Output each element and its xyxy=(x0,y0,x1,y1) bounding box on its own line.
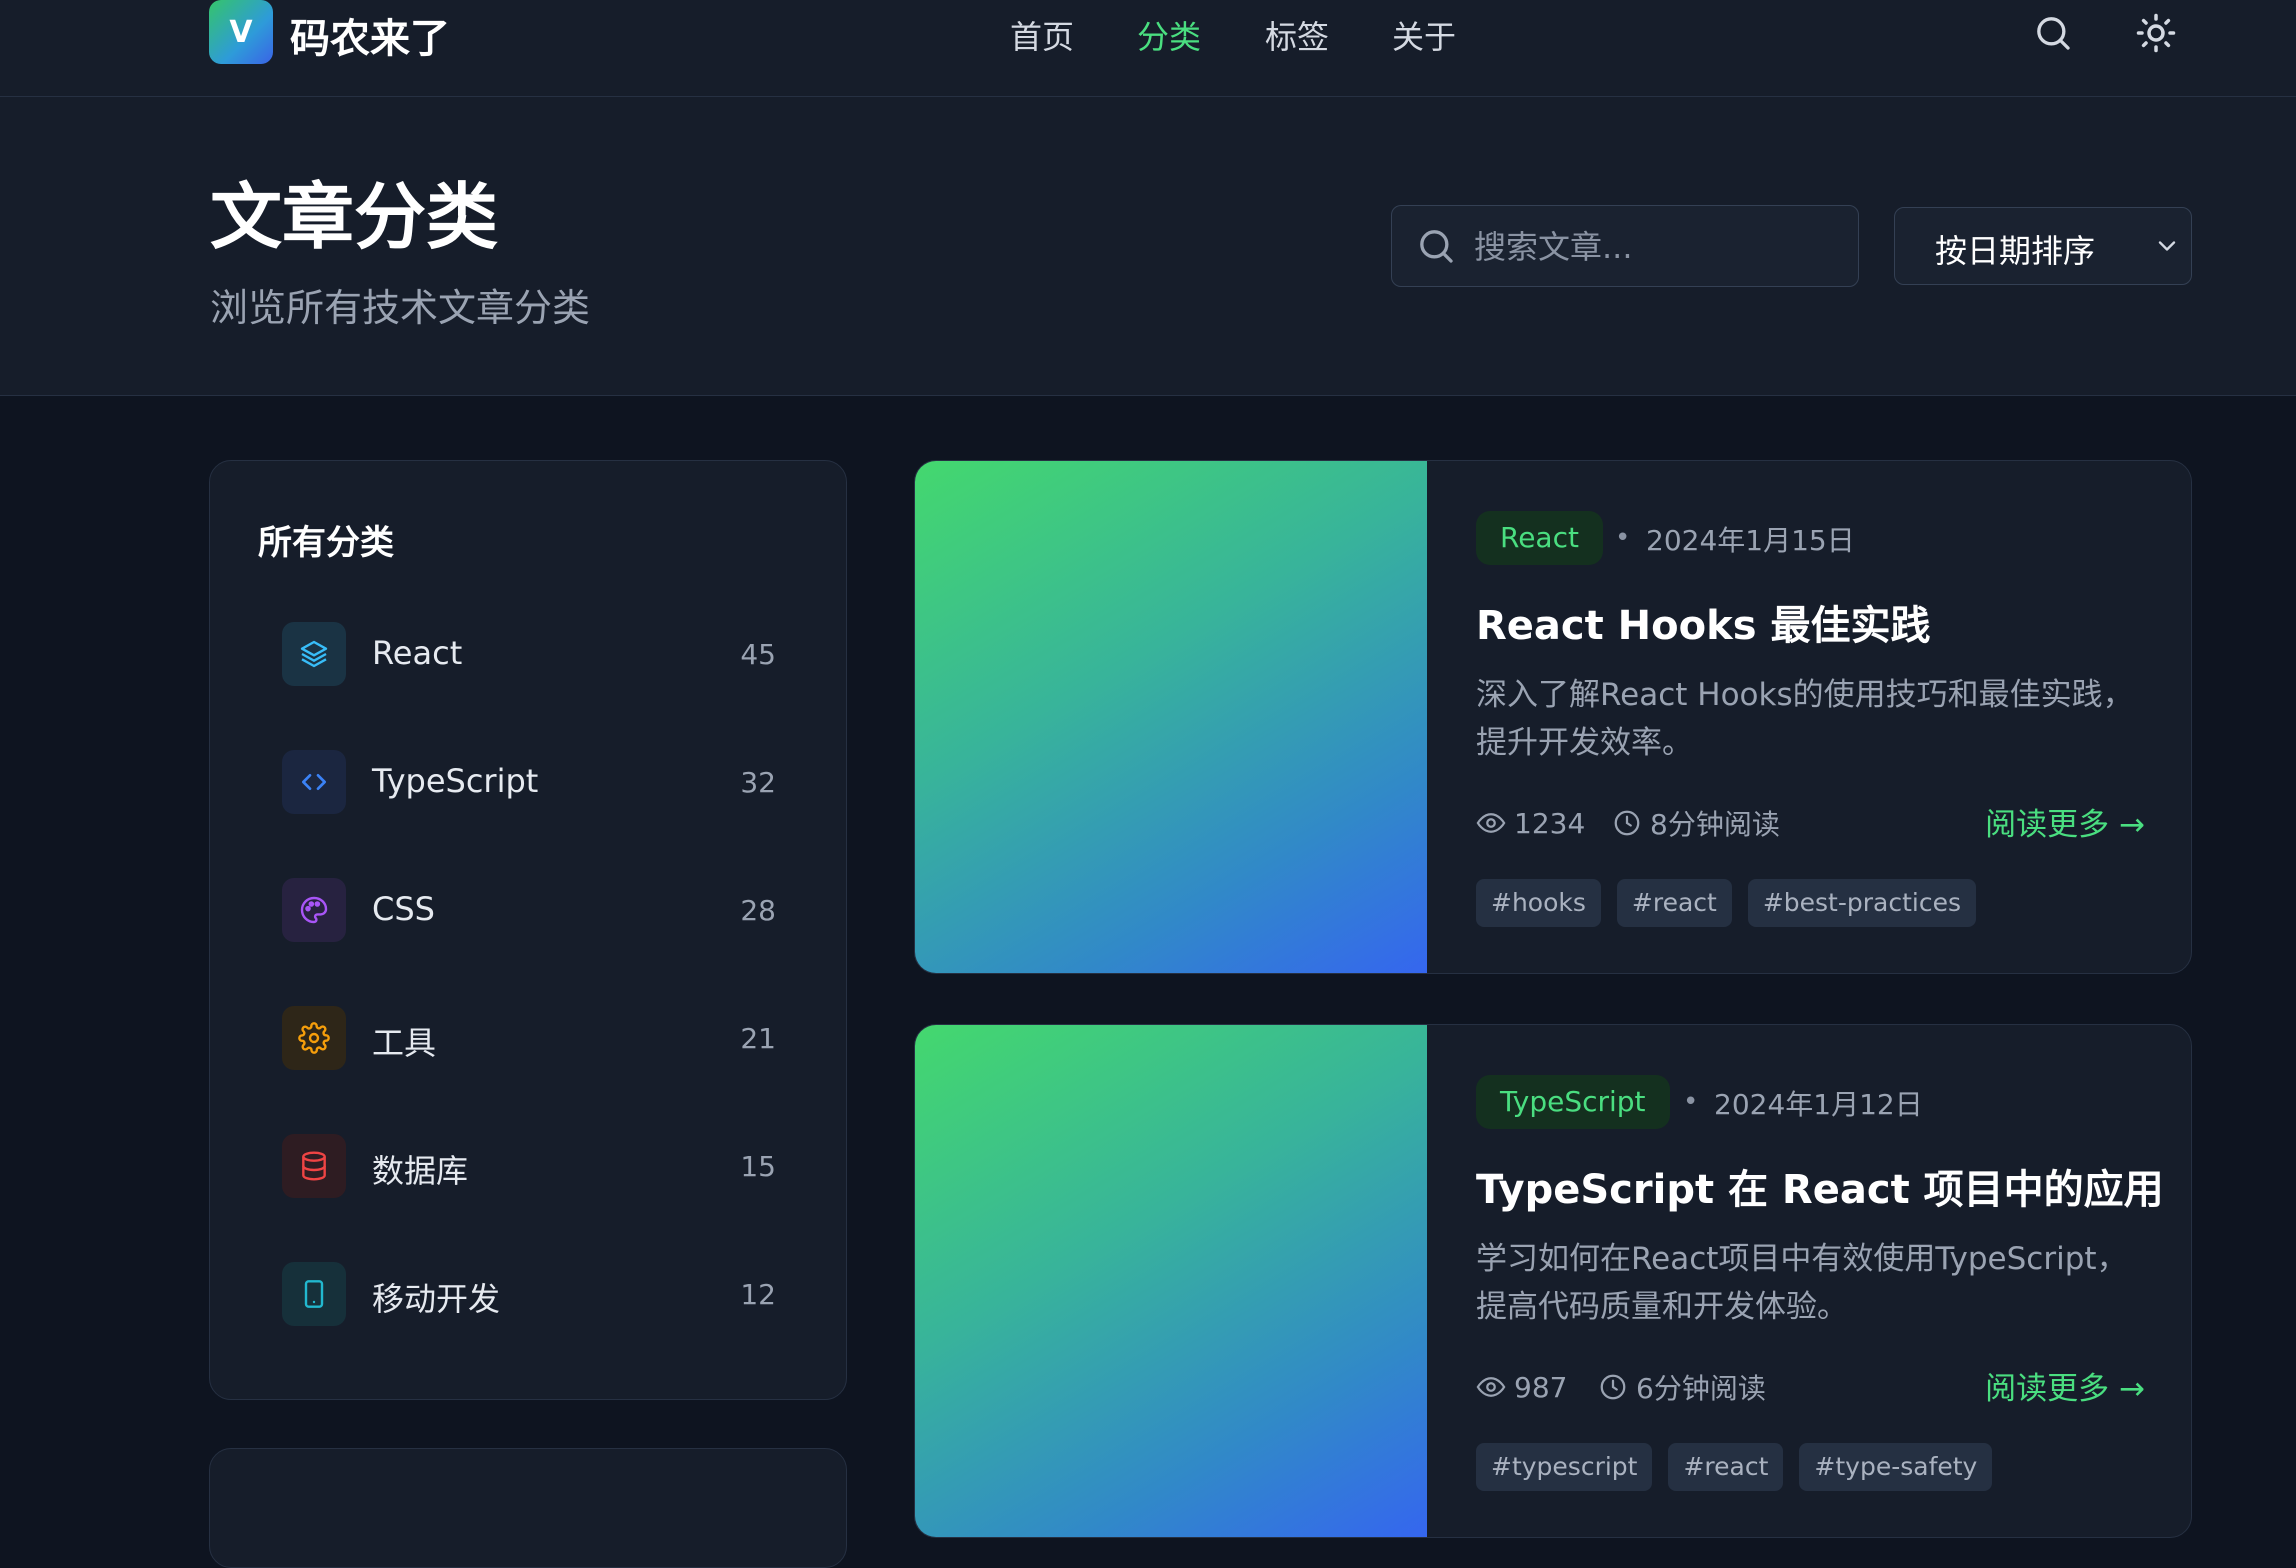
clock-icon xyxy=(1614,810,1640,836)
view-count: 1234 xyxy=(1514,806,1586,840)
article-cover-image[interactable] xyxy=(915,461,1427,973)
mobile-icon xyxy=(282,1262,346,1326)
gear-icon xyxy=(282,1006,346,1070)
category-count: 15 xyxy=(740,1150,776,1183)
search-input[interactable] xyxy=(1472,206,1846,288)
category-count: 12 xyxy=(740,1278,776,1311)
article-title[interactable]: TypeScript 在 React 项目中的应用 xyxy=(1476,1157,2164,1215)
tag-chip[interactable]: #best-practices xyxy=(1747,879,1976,927)
page-subtitle: 浏览所有技术文章分类 xyxy=(210,286,591,330)
category-count: 28 xyxy=(740,894,776,927)
nav-categories[interactable]: 分类 xyxy=(1137,12,1201,58)
sort-selected-label: 按日期排序 xyxy=(1935,232,2096,270)
category-count: 21 xyxy=(740,1022,776,1055)
article-excerpt: 深入了解React Hooks的使用技巧和最佳实践，提升开发效率。 xyxy=(1476,677,2134,761)
category-count: 45 xyxy=(740,638,776,671)
category-item-tools[interactable]: 工具 21 xyxy=(282,1006,776,1072)
eye-icon xyxy=(1476,1377,1506,1397)
category-count: 32 xyxy=(740,766,776,799)
article-excerpt: 学习如何在React项目中有效使用TypeScript，提高代码质量和开发体验。 xyxy=(1476,1241,2128,1325)
category-item-css[interactable]: CSS 28 xyxy=(282,878,776,944)
tag-chip[interactable]: #react xyxy=(1616,879,1732,927)
tag-chip[interactable]: #typescript xyxy=(1476,1443,1653,1491)
category-label: TypeScript xyxy=(372,762,539,800)
search-icon[interactable] xyxy=(2030,10,2076,56)
category-label: 工具 xyxy=(372,1024,437,1062)
read-more-link[interactable]: 阅读更多 → xyxy=(1985,799,2145,844)
category-badge[interactable]: TypeScript xyxy=(1476,1075,1670,1129)
read-time: 8分钟阅读 xyxy=(1650,808,1780,841)
category-badge[interactable]: React xyxy=(1476,511,1603,565)
article-card[interactable]: React • 2024年1月15日 React Hooks 最佳实践 深入了解… xyxy=(914,460,2192,974)
site-name[interactable]: 码农来了 xyxy=(290,6,450,64)
clock-icon xyxy=(1600,1374,1626,1400)
nav-home[interactable]: 首页 xyxy=(1010,12,1074,58)
tag-list: #typescript #react #type-safety xyxy=(1476,1443,1993,1491)
category-item-typescript[interactable]: TypeScript 32 xyxy=(282,750,776,816)
separator-dot: • xyxy=(1615,523,1631,553)
search-field[interactable] xyxy=(1391,205,1859,288)
tag-chip[interactable]: #hooks xyxy=(1476,879,1601,927)
tag-chip[interactable]: #react xyxy=(1668,1443,1784,1491)
view-count: 987 xyxy=(1514,1370,1568,1404)
tag-list: #hooks #react #best-practices xyxy=(1476,879,1976,927)
article-title[interactable]: React Hooks 最佳实践 xyxy=(1476,593,1930,651)
read-time-meta: 6分钟阅读 xyxy=(1598,1367,1766,1407)
tag-chip[interactable]: #type-safety xyxy=(1799,1443,1993,1491)
code-icon xyxy=(282,750,346,814)
sun-icon[interactable] xyxy=(2133,10,2179,56)
category-label: 移动开发 xyxy=(372,1280,501,1318)
nav-about[interactable]: 关于 xyxy=(1392,12,1456,58)
search-icon xyxy=(1416,226,1456,270)
category-label: CSS xyxy=(372,890,435,928)
sort-select[interactable]: 按日期排序 xyxy=(1894,207,2192,285)
views-meta: 987 xyxy=(1476,1367,1567,1407)
database-icon xyxy=(282,1134,346,1198)
read-time: 6分钟阅读 xyxy=(1636,1372,1766,1405)
article-cover-image[interactable] xyxy=(915,1025,1427,1537)
read-time-meta: 8分钟阅读 xyxy=(1612,803,1780,843)
category-item-mobile[interactable]: 移动开发 12 xyxy=(282,1262,776,1328)
separator-dot: • xyxy=(1683,1087,1699,1117)
page-title: 文章分类 xyxy=(210,175,499,259)
secondary-sidebar-panel xyxy=(209,1448,847,1568)
read-more-link[interactable]: 阅读更多 → xyxy=(1985,1363,2145,1408)
article-date: 2024年1月12日 xyxy=(1714,1088,1923,1121)
chevron-down-icon xyxy=(2153,232,2181,264)
category-label: 数据库 xyxy=(372,1152,469,1190)
logo[interactable]: V xyxy=(209,0,273,64)
logo-letter: V xyxy=(229,14,253,50)
palette-icon xyxy=(282,878,346,942)
nav-tags[interactable]: 标签 xyxy=(1265,12,1329,58)
views-meta: 1234 xyxy=(1476,803,1585,843)
layers-icon xyxy=(282,622,346,686)
eye-icon xyxy=(1476,813,1506,833)
sidebar-title: 所有分类 xyxy=(258,523,394,563)
article-card[interactable]: TypeScript • 2024年1月12日 TypeScript 在 Rea… xyxy=(914,1024,2192,1538)
category-item-react[interactable]: React 45 xyxy=(282,622,776,688)
category-label: React xyxy=(372,634,463,672)
category-item-database[interactable]: 数据库 15 xyxy=(282,1134,776,1200)
article-date: 2024年1月15日 xyxy=(1646,524,1855,557)
